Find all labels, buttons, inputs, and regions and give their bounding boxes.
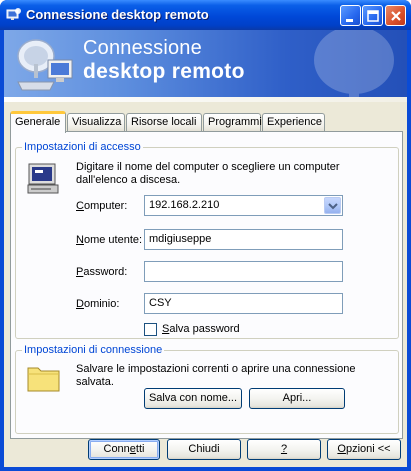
close-dialog-button[interactable]: Chiudi [167,439,241,460]
save-password-checkbox[interactable] [144,323,157,336]
password-label: Password: [76,266,128,278]
title-bar[interactable]: Connessione desktop remoto [0,0,411,30]
close-dialog-label: Chiudi [188,443,220,455]
connect-button[interactable]: Connetti [88,439,160,460]
close-button[interactable] [385,5,406,26]
username-label: Nome utente: [76,234,143,246]
window-client-area: Connessione desktop remoto Generale Visu… [4,30,407,467]
remote-desktop-logo-icon [17,39,73,91]
header-banner: Connessione desktop remoto [4,30,407,97]
tab-label: Generale [15,116,61,128]
banner-watermark-icon [314,30,394,97]
tab-programmi[interactable]: Programmi [203,113,262,132]
tab-label: Visualizza [72,116,122,128]
password-input[interactable] [144,261,343,282]
computer-icon [27,163,59,194]
combobox-dropdown-button[interactable] [324,197,341,214]
login-settings-group: Impostazioni di accesso Digitare il nome… [15,141,399,339]
folder-icon [27,367,60,392]
banner-divider [4,97,407,102]
domain-label: Dominio: [76,298,120,310]
options-button[interactable]: Opzioni << [327,439,401,460]
help-label: ? [280,443,288,455]
minimize-button[interactable] [340,5,361,26]
connect-label: Connetti [103,443,145,455]
connection-description: Salvare le impostazioni correnti o aprir… [76,363,356,388]
options-label: Opzioni << [337,443,391,455]
tab-label: Programmi [208,116,262,128]
username-input[interactable]: mdigiuseppe [144,229,343,250]
maximize-icon [367,10,379,22]
computer-combobox[interactable]: 192.168.2.210 [144,195,343,216]
domain-input[interactable]: CSY [144,293,343,314]
save-as-button[interactable]: Salva con nome... [144,388,242,409]
close-icon [391,11,401,21]
connection-settings-group: Impostazioni di connessione Salvare le i… [15,344,399,434]
domain-value: CSY [149,297,172,309]
general-tab-panel: Impostazioni di accesso Digitare il nome… [10,131,403,439]
banner-title-line1: Connessione [83,37,202,59]
computer-value: 192.168.2.210 [149,199,220,211]
tab-experience[interactable]: Experience [262,113,325,132]
help-button[interactable]: ? [247,439,321,460]
save-password-label[interactable]: Salva password [162,323,240,336]
login-settings-legend: Impostazioni di accesso [22,141,143,153]
banner-title-line2: desktop remoto [83,60,245,83]
app-window: Connessione desktop remoto Connessione d… [0,0,411,471]
maximize-button[interactable] [362,5,383,26]
minimize-icon [346,19,353,22]
remote-desktop-icon [6,8,21,20]
connection-settings-legend: Impostazioni di connessione [22,344,165,356]
chevron-down-icon [328,203,338,210]
login-description: Digitare il nome del computer o sceglier… [76,161,340,186]
tab-risorse-locali[interactable]: Risorse locali [126,113,202,132]
tab-label: Experience [267,116,323,128]
open-label: Apri... [282,392,312,404]
computer-label: Computer: [76,200,128,212]
tab-generale[interactable]: Generale [10,111,66,133]
tab-visualizza[interactable]: Visualizza [67,113,125,132]
tab-label: Risorse locali [131,116,197,128]
username-value: mdigiuseppe [149,233,212,245]
window-title: Connessione desktop remoto [26,7,209,22]
open-button[interactable]: Apri... [249,388,345,409]
save-as-label: Salva con nome... [148,392,238,404]
